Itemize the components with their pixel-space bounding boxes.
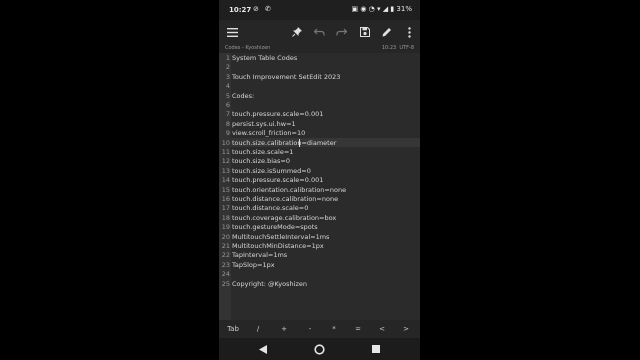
code-line[interactable]: Copyright: @Kyoshizen [232,280,307,288]
file-meta: 10:23 UTF-8 [382,45,414,51]
back-icon[interactable] [253,338,273,360]
notification-icons: ⊘ ✆ [253,5,273,13]
home-icon[interactable] [309,338,329,360]
line-number: 6 [225,101,230,109]
editor-toolbar [219,20,420,44]
line-number: 20 [221,232,230,241]
navigation-bar [219,338,420,360]
line-number: 18 [221,213,230,222]
code-line[interactable]: touch.gestureMode=spots [232,223,318,231]
line-number: 23 [221,260,230,269]
key-3[interactable]: - [299,320,321,338]
key-4[interactable]: * [323,320,345,338]
code-line[interactable]: MultitouchSettleInterval=1ms [232,233,329,241]
code-line[interactable]: touch.pressure.scale=0.001 [232,176,323,184]
line-number: 16 [221,195,230,203]
code-line[interactable]: TapInterval=1ms [232,251,287,259]
redo-icon[interactable] [331,20,351,44]
undo-icon[interactable] [309,20,329,44]
code-line[interactable]: touch.size.bias=0 [232,157,290,165]
key-5[interactable]: = [347,320,369,338]
file-time: 10:23 [381,45,397,51]
code-line[interactable]: touch.coverage.calibration=box [232,214,336,222]
line-number: 3 [225,72,230,81]
line-number: 24 [221,270,230,279]
line-number: 8 [225,119,230,128]
line-number: 1 [225,54,230,62]
line-number: 21 [221,242,230,250]
save-icon[interactable] [355,20,375,44]
menu-icon[interactable] [222,20,242,44]
pin-icon[interactable] [287,20,307,44]
code-line[interactable]: touch.distance.scale=0 [232,204,308,212]
code-line[interactable]: view.scroll_friction=10 [232,129,305,137]
code-editor[interactable]: 1 2 3 4 5 6 7 8 9 10 11 12 13 14 15 16 17 18 19 20 21 22 23 24 2… [219,53,420,320]
code-line[interactable]: TapSlop=1px [232,261,275,269]
code-line[interactable]: Touch Improvement SetEdit 2023 [232,73,340,81]
line-number: 4 [225,82,230,91]
code-line[interactable]: Codes: [232,92,254,100]
code-line[interactable]: touch.distance.calibration=none [232,195,338,203]
line-number: 9 [225,129,230,138]
symbol-key-bar: Tab / + - * = < > [219,320,420,338]
line-number: 11 [221,148,230,156]
line-number: 13 [221,166,230,175]
more-vert-icon[interactable] [399,20,419,44]
text-cursor [299,138,300,147]
line-number-gutter: 1 2 3 4 5 6 7 8 9 10 11 12 13 14 15 16 17 18 19 20 21 22 23 24 2… [219,53,231,320]
code-line[interactable]: touch.orientation.calibration=none [232,186,346,194]
phone-screen: 10:27 ⊘ ✆ ▣ ◉ ◔ ▾ ◢ ▮ 31% Codes - Kyoshi… [219,0,420,360]
key-0[interactable]: Tab [221,320,245,338]
code-line[interactable]: touch.size.scale=1 [232,148,293,156]
key-6[interactable]: < [371,320,393,338]
line-number: 10 [221,138,230,147]
line-number: 7 [225,110,230,119]
code-line[interactable]: touch.size.calibration=diameter [232,139,336,147]
file-name: Codes - Kyoshizen [225,45,271,51]
line-number: 17 [221,204,230,213]
code-line[interactable]: MultitouchMinDistance=1px [232,242,324,250]
file-encoding: UTF-8 [399,45,414,51]
code-line[interactable]: persist.sys.ui.hw=1 [232,120,296,128]
line-number: 2 [225,63,230,72]
file-info-bar: Codes - Kyoshizen 10:23 UTF-8 [219,44,420,53]
line-number: 25 [221,279,230,288]
line-number: 12 [221,157,230,166]
code-line[interactable]: touch.pressure.scale=0.001 [232,110,323,118]
recents-icon[interactable] [366,338,386,360]
line-number: 15 [221,185,230,194]
system-icons: ▣ ◉ ◔ ▾ ◢ ▮ 31% [351,5,413,13]
status-bar: 10:27 ⊘ ✆ ▣ ◉ ◔ ▾ ◢ ▮ 31% [219,0,420,20]
code-line[interactable]: System Table Codes [232,54,297,62]
status-time: 10:27 [229,6,252,14]
line-number: 22 [221,251,230,260]
key-1[interactable]: / [247,320,269,338]
pencil-icon[interactable] [377,20,397,44]
key-2[interactable]: + [273,320,295,338]
key-7[interactable]: > [395,320,417,338]
code-line[interactable]: touch.size.isSummed=0 [232,167,311,175]
line-number: 19 [221,223,230,232]
line-number: 5 [225,91,230,100]
line-number: 14 [221,176,230,185]
